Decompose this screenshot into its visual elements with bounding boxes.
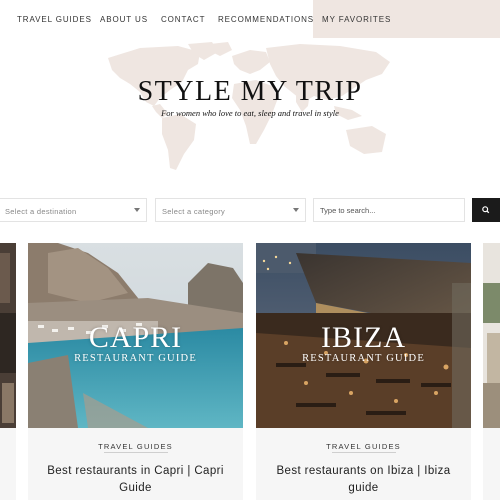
nav-my-favorites-label: MY FAVORITES [322, 15, 392, 24]
ibiza-image-title: IBIZA [321, 321, 406, 354]
capri-category-link[interactable]: TRAVEL GUIDES [28, 442, 243, 451]
nav-contact[interactable]: CONTACT [161, 15, 205, 24]
destination-select[interactable]: Select a destination [0, 198, 147, 222]
search-button[interactable] [472, 198, 500, 222]
hero-header: STYLE MY TRIP For women who love to eat,… [0, 38, 500, 198]
nav-my-favorites[interactable]: MY FAVORITES [313, 0, 500, 38]
partial-card-right-image[interactable] [483, 243, 500, 428]
nav-about-us[interactable]: ABOUT US [100, 15, 148, 24]
ibiza-category-link[interactable]: TRAVEL GUIDES [256, 442, 471, 451]
capri-card-image[interactable]: CAPRI RESTAURANT GUIDE [28, 243, 243, 428]
category-select-value: Select a category [162, 207, 226, 216]
ibiza-image-subtitle: RESTAURANT GUIDE [302, 353, 425, 364]
site-tagline: For women who love to eat, sleep and tra… [161, 108, 339, 118]
article-card-capri[interactable]: CAPRI RESTAURANT GUIDE TRAVEL GUIDES Bes… [28, 243, 243, 500]
category-divider [331, 452, 396, 453]
capri-image-subtitle: RESTAURANT GUIDE [74, 353, 197, 364]
nav-travel-guides[interactable]: TRAVEL GUIDES [17, 15, 92, 24]
chevron-down-icon [134, 208, 140, 212]
ibiza-card-image[interactable]: IBIZA RESTAURANT GUIDE [256, 243, 471, 428]
chevron-down-icon [293, 208, 299, 212]
destination-select-value: Select a destination [5, 207, 77, 216]
partial-card-left-footer [0, 428, 16, 500]
article-card-ibiza[interactable]: IBIZA RESTAURANT GUIDE TRAVEL GUIDES Bes… [256, 243, 471, 500]
partial-card-left-image[interactable] [0, 243, 16, 428]
search-icon [482, 206, 490, 214]
site-title[interactable]: STYLE MY TRIP [0, 76, 500, 108]
category-divider [103, 452, 168, 453]
search-input[interactable] [313, 198, 465, 222]
capri-article-title[interactable]: Best restaurants in Capri | Capri Guide [36, 463, 235, 497]
capri-image-title: CAPRI [88, 321, 183, 354]
partial-card-right-footer [483, 428, 500, 500]
nav-recommendations[interactable]: RECOMMENDATIONS [218, 15, 314, 24]
ibiza-article-title[interactable]: Best restaurants on Ibiza | Ibiza guide [264, 463, 463, 497]
top-navigation: TRAVEL GUIDES ABOUT US CONTACT RECOMMEND… [0, 0, 500, 38]
category-select[interactable]: Select a category [155, 198, 306, 222]
